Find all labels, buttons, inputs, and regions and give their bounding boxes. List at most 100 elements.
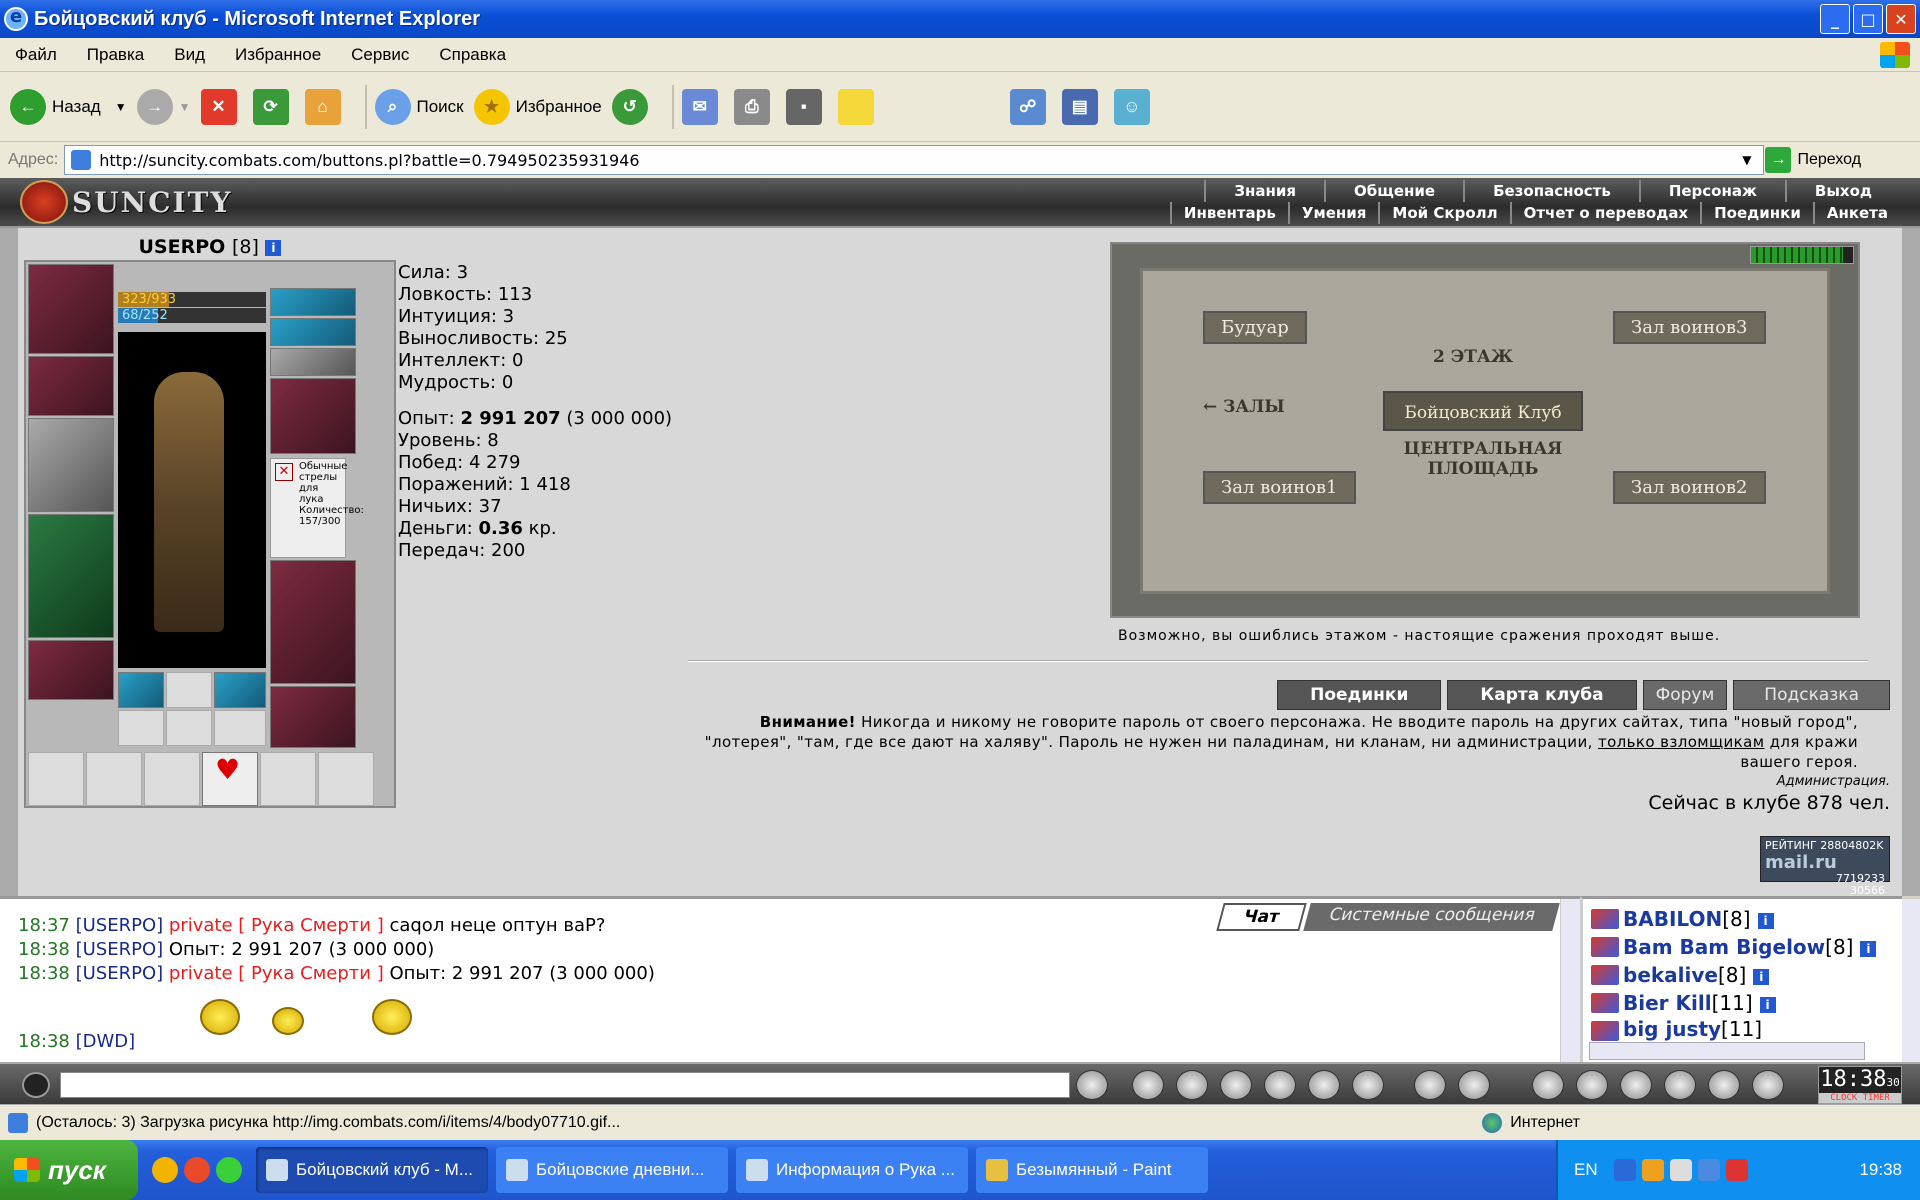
address-dropdown-icon[interactable]: ▼ — [1742, 153, 1751, 167]
address-input[interactable]: http://suncity.combats.com/buttons.pl?ba… — [64, 145, 1765, 175]
edit-button[interactable]: ▪ — [785, 88, 828, 125]
nav-my-scroll[interactable]: Мой Скролл — [1378, 202, 1509, 224]
mail-button[interactable]: ✉ — [681, 88, 724, 125]
go-button[interactable]: → Переход — [1765, 147, 1861, 173]
chat-scrollbar[interactable] — [1560, 899, 1580, 1065]
task-fight-club[interactable]: Бойцовский клуб - M... — [256, 1147, 488, 1193]
maximize-button[interactable]: □ — [1853, 4, 1883, 34]
nav-character[interactable]: Персонаж — [1638, 180, 1785, 202]
nav-duels[interactable]: Поединки — [1700, 202, 1813, 224]
scroll-icon[interactable] — [1576, 1070, 1608, 1100]
close-button[interactable]: ✕ — [1886, 4, 1916, 34]
task-paint[interactable]: Безымянный - Paint — [976, 1147, 1208, 1193]
club-map-button[interactable]: Карта клуба — [1447, 680, 1637, 710]
tab-chat[interactable]: Чат — [1215, 903, 1307, 931]
fight-club-center[interactable]: Бойцовский Клуб — [1383, 391, 1583, 431]
mailru-rating-badge[interactable]: РЕЙТИНГ 28804802K mail.ru 7719233 30566 — [1760, 836, 1890, 897]
online-user-list[interactable]: BABILON[8] i Bam Bam Bigelow[8] i bekali… — [1580, 896, 1920, 1065]
chat-area[interactable]: Чат Системные сообщения 18:37 [USERPO] p… — [0, 896, 1580, 1065]
menu-help[interactable]: Справка — [424, 45, 521, 65]
back-button[interactable]: ← Назад ▼ — [10, 88, 127, 125]
nav-security[interactable]: Безопасность — [1463, 180, 1639, 202]
hint-button[interactable]: Подсказка — [1733, 680, 1890, 710]
rune-slot-1[interactable] — [118, 672, 164, 708]
arrows-item[interactable]: ✕ Обычные стрелы для лука Количество: 15… — [270, 458, 364, 558]
sound-icon[interactable] — [1352, 1070, 1384, 1100]
user-row[interactable]: big justy[11] — [1623, 1017, 1762, 1041]
app-icon[interactable] — [216, 1157, 242, 1183]
hall-warriors-1[interactable]: Зал воинов1 — [1203, 471, 1356, 504]
armor-slot[interactable] — [28, 514, 114, 638]
rune-slot-3[interactable] — [214, 672, 266, 708]
task-diaries[interactable]: Бойцовские дневни... — [496, 1147, 728, 1193]
window-titlebar[interactable]: Бойцовский клуб - Microsoft Internet Exp… — [0, 0, 1920, 38]
print-button[interactable]: ⎙ — [733, 88, 776, 125]
warning-link[interactable]: только взломщикам — [1598, 733, 1765, 751]
smiley-picker-icon[interactable] — [1414, 1070, 1446, 1100]
chain-icon[interactable] — [1620, 1070, 1652, 1100]
user-row[interactable]: Bier Kill[11] i — [1623, 991, 1776, 1015]
speaker-icon[interactable] — [22, 1072, 50, 1098]
nav-profile[interactable]: Анкета — [1812, 202, 1900, 224]
tray-arrow-icon[interactable] — [1613, 1159, 1636, 1181]
pants-slot[interactable] — [270, 560, 356, 684]
duels-button[interactable]: Поединки — [1277, 680, 1442, 710]
helm-icon[interactable] — [1664, 1070, 1696, 1100]
refresh-button[interactable]: ⟳ — [252, 88, 295, 125]
weapon-slot[interactable] — [28, 418, 114, 512]
research-button[interactable]: ▤ — [1061, 88, 1104, 125]
nav-exit[interactable]: Выход — [1784, 180, 1900, 202]
userlist-vscrollbar[interactable] — [1902, 899, 1920, 1065]
userlist-hscrollbar[interactable] — [1589, 1042, 1865, 1060]
rune-slot-4[interactable] — [118, 710, 164, 746]
task-info[interactable]: Информация о Рука ... — [736, 1147, 968, 1193]
belt-slot[interactable] — [28, 640, 114, 700]
heart-potion-slot[interactable]: ♥ — [202, 752, 258, 806]
group-icon[interactable] — [1708, 1070, 1740, 1100]
pocket-slot[interactable] — [260, 752, 316, 806]
chat-input[interactable] — [60, 1072, 1070, 1098]
helmet-slot[interactable] — [28, 264, 114, 354]
rune-slot-5[interactable] — [166, 710, 212, 746]
bag-icon[interactable] — [1532, 1070, 1564, 1100]
pocket-slot[interactable] — [144, 752, 200, 806]
nav-inventory[interactable]: Инвентарь — [1169, 202, 1288, 224]
stop-button[interactable]: ✕ — [200, 88, 243, 125]
character-avatar[interactable] — [118, 332, 266, 668]
dropdown-icon[interactable]: ▼ — [115, 100, 127, 114]
bracers-slot[interactable] — [28, 356, 114, 416]
forum-button[interactable]: Форум — [1642, 680, 1728, 710]
send-icon[interactable] — [1076, 1070, 1108, 1100]
messenger-button[interactable]: ☍ — [1009, 88, 1052, 125]
central-square-label[interactable]: ЦЕНТРАЛЬНАЯ ПЛОЩАДЬ — [1393, 439, 1573, 479]
filter-icon[interactable] — [1176, 1070, 1208, 1100]
private-icon[interactable] — [1308, 1070, 1340, 1100]
hall-warriors-3[interactable]: Зал воинов3 — [1613, 311, 1766, 344]
pocket-slot[interactable] — [28, 752, 84, 806]
boots-slot[interactable] — [270, 686, 356, 748]
dropdown-icon[interactable]: ▼ — [179, 100, 191, 114]
amulet-slot[interactable] — [270, 288, 356, 316]
browser-icon[interactable] — [184, 1157, 210, 1183]
menu-file[interactable]: Файл — [0, 45, 72, 65]
tab-system-messages[interactable]: Системные сообщения — [1302, 903, 1560, 931]
forward-button[interactable]: → ▼ — [136, 88, 191, 125]
nav-transfer-report[interactable]: Отчет о переводах — [1509, 202, 1701, 224]
info-icon[interactable]: i — [265, 239, 282, 256]
note-button[interactable] — [837, 88, 880, 125]
gloves-slot[interactable] — [270, 378, 356, 454]
pocket-slot[interactable] — [86, 752, 142, 806]
start-button[interactable]: пуск — [0, 1140, 138, 1200]
pocket-slot[interactable] — [318, 752, 374, 806]
halls-label[interactable]: ← ЗАЛЫ — [1203, 397, 1285, 417]
user-row[interactable]: BABILON[8] i — [1623, 907, 1774, 931]
favorites-button[interactable]: ★ Избранное — [473, 88, 602, 125]
language-indicator[interactable]: EN — [1574, 1160, 1598, 1180]
rings-slot[interactable] — [270, 348, 356, 376]
save-icon[interactable] — [1220, 1070, 1252, 1100]
eraser-icon[interactable] — [1132, 1070, 1164, 1100]
media-icon[interactable] — [1641, 1159, 1664, 1181]
hall-boudoir[interactable]: Будуар — [1203, 311, 1307, 344]
menu-tools[interactable]: Сервис — [336, 45, 424, 65]
rune-slot-6[interactable] — [214, 710, 266, 746]
